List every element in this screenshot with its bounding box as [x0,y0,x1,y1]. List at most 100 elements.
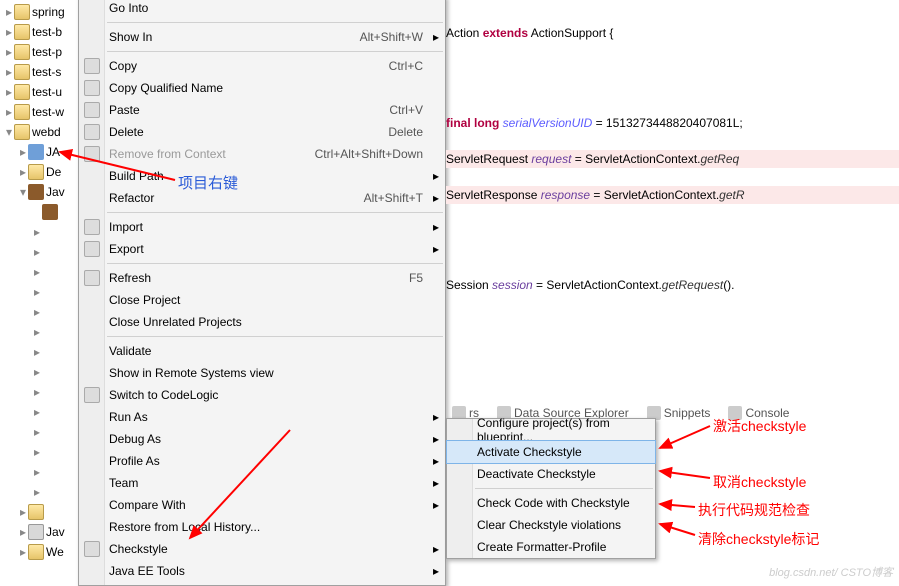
tree-item[interactable]: ▸test-b [0,22,85,42]
project-explorer-tree[interactable]: ▸spring▸test-b▸test-p▸test-s▸test-u▸test… [0,0,85,584]
tree-twisty-icon[interactable]: ▸ [32,465,42,479]
tree-twisty-icon[interactable]: ▸ [18,525,28,539]
export-icon [84,241,100,257]
tree-node-icon [14,104,30,120]
menu-item-show-in-remote-systems-view[interactable]: Show in Remote Systems view [79,362,445,384]
menu-item-build-path[interactable]: Build Path▸ [79,165,445,187]
checkstyle-icon [84,541,100,557]
tree-twisty-icon[interactable]: ▸ [32,345,42,359]
tree-item[interactable]: ▸ [0,262,85,282]
tree-item[interactable]: ▸test-w [0,102,85,122]
tree-twisty-icon[interactable]: ▸ [32,445,42,459]
menu-item-import[interactable]: Import▸ [79,216,445,238]
tree-item[interactable]: ▸ [0,402,85,422]
tree-item[interactable]: ▸test-p [0,42,85,62]
submenu-item-deactivate-checkstyle[interactable]: Deactivate Checkstyle [447,463,655,485]
menu-item-close-project[interactable]: Close Project [79,289,445,311]
menu-item-team[interactable]: Team▸ [79,472,445,494]
tree-twisty-icon[interactable]: ▸ [32,405,42,419]
menu-item-label: Run As [109,410,148,424]
tree-item[interactable]: ▸ [0,322,85,342]
tree-twisty-icon[interactable]: ▸ [18,165,28,179]
tab-console[interactable]: Console [722,404,795,422]
tree-twisty-icon[interactable]: ▾ [18,185,28,199]
tree-twisty-icon[interactable]: ▸ [32,305,42,319]
menu-item-copy-qualified-name[interactable]: Copy Qualified Name [79,77,445,99]
tree-node-icon [42,304,58,320]
tree-item[interactable]: ▸ [0,442,85,462]
context-menu[interactable]: Go Into Show InAlt+Shift+W▸ CopyCtrl+CCopy… [78,0,446,586]
tree-item[interactable]: ▸ [0,462,85,482]
tree-twisty-icon[interactable]: ▸ [18,145,28,159]
tree-item[interactable]: ▾webd [0,122,85,142]
menu-item-close-unrelated-projects[interactable]: Close Unrelated Projects [79,311,445,333]
menu-item-go-into[interactable]: Go Into [79,0,445,19]
menu-item-switch-to-codelogic[interactable]: Switch to CodeLogic [79,384,445,406]
submenu-item-configure-project-s-from-blueprint-[interactable]: Configure project(s) from blueprint... [447,419,655,441]
tree-item[interactable]: ▸JA [0,142,85,162]
submenu-item-check-code-with-checkstyle[interactable]: Check Code with Checkstyle [447,492,655,514]
menu-item-delete[interactable]: DeleteDelete [79,121,445,143]
tree-item[interactable]: ▸ [0,422,85,442]
menu-item-refactor[interactable]: RefactorAlt+Shift+T▸ [79,187,445,209]
menu-item-validate[interactable]: Validate [79,340,445,362]
tree-item[interactable]: ▾Jav [0,182,85,202]
tree-twisty-icon[interactable]: ▸ [32,245,42,259]
tree-item[interactable]: ▸test-u [0,82,85,102]
tree-item[interactable]: ▸test-s [0,62,85,82]
menu-item-compare-with[interactable]: Compare With▸ [79,494,445,516]
menu-item-checkstyle[interactable]: Checkstyle▸ [79,538,445,560]
tree-twisty-icon[interactable]: ▸ [4,5,14,19]
menu-item-label: Configure project(s) from blueprint... [477,416,645,444]
tree-twisty-icon[interactable]: ▸ [32,425,42,439]
tree-item[interactable]: ▸Jav [0,522,85,542]
tree-item[interactable]: ▸ [0,302,85,322]
menu-item-export[interactable]: Export▸ [79,238,445,260]
tree-item[interactable]: ▸ [0,502,85,522]
submenu-item-create-formatter-profile[interactable]: Create Formatter-Profile [447,536,655,558]
tree-twisty-icon[interactable]: ▸ [4,25,14,39]
menu-item-refresh[interactable]: RefreshF5 [79,267,445,289]
tree-twisty-icon[interactable]: ▸ [4,85,14,99]
tree-item[interactable]: ▸ [0,482,85,502]
code-editor[interactable]: Action extends ActionSupport {final long… [446,0,899,402]
tree-twisty-icon[interactable]: ▸ [32,385,42,399]
tree-twisty-icon[interactable]: ▸ [18,545,28,559]
submenu-arrow-icon: ▸ [433,410,439,424]
tree-node-icon [42,364,58,380]
menu-item-show-in[interactable]: Show InAlt+Shift+W▸ [79,26,445,48]
tree-twisty-icon[interactable]: ▸ [32,325,42,339]
tree-twisty-icon[interactable]: ▸ [32,225,42,239]
tree-twisty-icon[interactable]: ▸ [18,505,28,519]
menu-item-java-ee-tools[interactable]: Java EE Tools▸ [79,560,445,582]
checkstyle-submenu[interactable]: Configure project(s) from blueprint...Ac… [446,418,656,559]
menu-item-paste[interactable]: PasteCtrl+V [79,99,445,121]
tree-item[interactable]: ▸spring [0,2,85,22]
tree-twisty-icon[interactable]: ▸ [4,105,14,119]
menu-item-restore-from-local-history-[interactable]: Restore from Local History... [79,516,445,538]
tree-item[interactable]: ▸ [0,222,85,242]
submenu-item-activate-checkstyle[interactable]: Activate Checkstyle [447,441,655,463]
tree-twisty-icon[interactable]: ▾ [4,125,14,139]
tree-item[interactable]: ▸ [0,342,85,362]
menu-item-profile-as[interactable]: Profile As▸ [79,450,445,472]
tree-item[interactable] [0,202,85,222]
tree-twisty-icon[interactable]: ▸ [32,365,42,379]
submenu-arrow-icon: ▸ [433,242,439,256]
tree-twisty-icon[interactable]: ▸ [32,285,42,299]
tree-item[interactable]: ▸ [0,242,85,262]
tree-twisty-icon[interactable]: ▸ [32,265,42,279]
tree-item[interactable]: ▸ [0,382,85,402]
annotation-clear: 清除checkstyle标记 [698,529,819,549]
menu-item-copy[interactable]: CopyCtrl+C [79,55,445,77]
tree-item[interactable]: ▸ [0,282,85,302]
submenu-item-clear-checkstyle-violations[interactable]: Clear Checkstyle violations [447,514,655,536]
tree-item[interactable]: ▸We [0,542,85,562]
tree-twisty-icon[interactable]: ▸ [4,65,14,79]
tree-twisty-icon[interactable]: ▸ [4,45,14,59]
tree-item[interactable]: ▸ [0,362,85,382]
tree-twisty-icon[interactable]: ▸ [32,485,42,499]
menu-item-debug-as[interactable]: Debug As▸ [79,428,445,450]
menu-item-run-as[interactable]: Run As ▸ [79,406,445,428]
tree-item[interactable]: ▸De [0,162,85,182]
